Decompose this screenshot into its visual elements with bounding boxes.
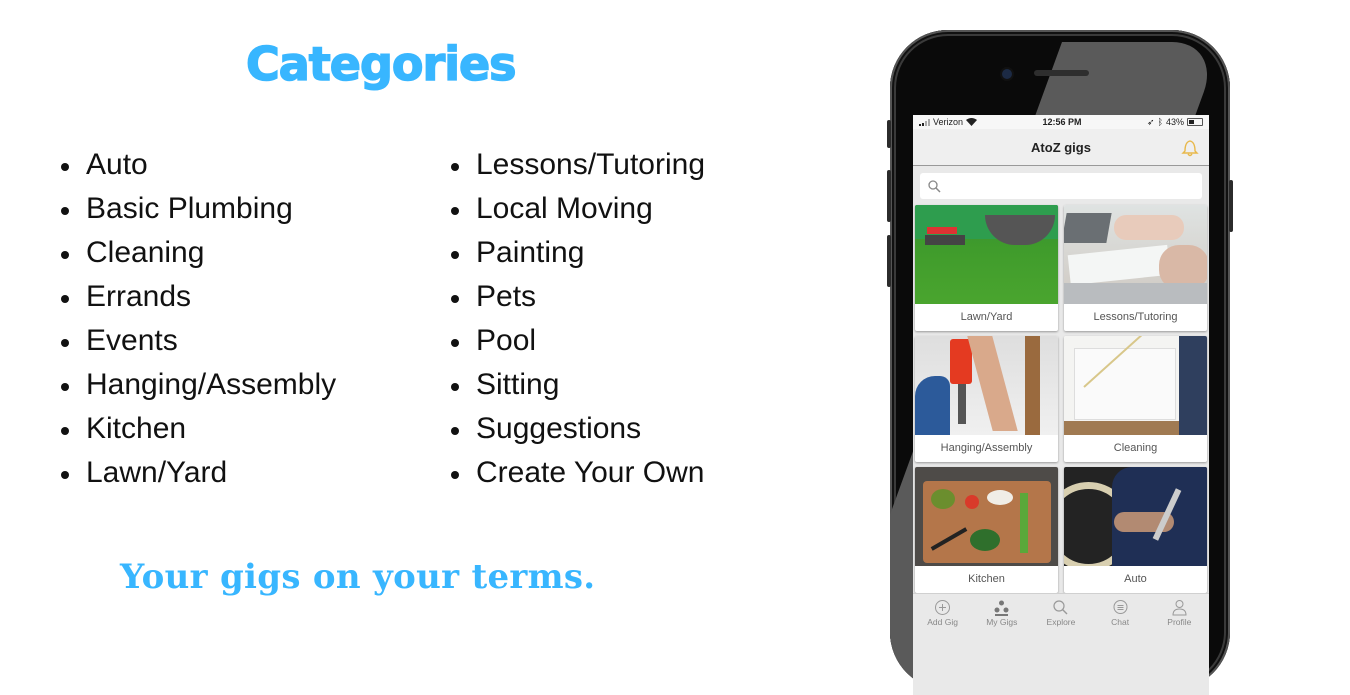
plus-circle-icon: [935, 600, 951, 615]
tile-lawn-yard[interactable]: Lawn/Yard: [915, 205, 1058, 331]
tile-label: Auto: [1124, 573, 1147, 585]
tab-label: Explore: [1046, 617, 1076, 627]
tab-explore[interactable]: Explore: [1033, 594, 1088, 642]
search-icon: [1053, 600, 1068, 615]
volume-up-button: [887, 170, 891, 222]
tab-label: Add Gig: [927, 617, 958, 627]
list-item: Pets: [449, 275, 705, 319]
people-icon: [994, 600, 1009, 616]
search-icon: [928, 179, 941, 193]
tile-label: Cleaning: [1113, 442, 1158, 454]
category-grid: Lawn/Yard Lessons/Tutoring Hanging/Assem…: [913, 199, 1209, 593]
tile-label: Lawn/Yard: [960, 311, 1013, 323]
category-list-left: Auto Basic Plumbing Cleaning Errands Eve…: [59, 143, 336, 495]
list-item: Basic Plumbing: [59, 187, 336, 231]
list-item: Events: [59, 319, 336, 363]
chat-bubble-icon: [1113, 600, 1128, 614]
front-camera: [1002, 69, 1012, 79]
mute-switch: [887, 120, 891, 148]
battery-label: 43%: [1165, 117, 1184, 127]
volume-down-button: [887, 235, 891, 287]
location-icon: ➶: [1147, 116, 1155, 127]
tagline: Your gigs on your terms.: [120, 557, 596, 597]
category-list-right: Lessons/Tutoring Local Moving Painting P…: [449, 143, 705, 495]
laptop-writing-image: [1064, 205, 1207, 304]
list-item: Local Moving: [449, 187, 705, 231]
tab-profile[interactable]: Profile: [1152, 594, 1207, 642]
tile-hanging-assembly[interactable]: Hanging/Assembly: [915, 336, 1058, 462]
power-drill-image: [915, 336, 1058, 435]
tile-label: Lessons/Tutoring: [1093, 311, 1178, 323]
list-item: Cleaning: [59, 231, 336, 275]
list-item: Errands: [59, 275, 336, 319]
person-icon: [1172, 600, 1187, 616]
tile-auto[interactable]: Auto: [1064, 467, 1207, 593]
list-item: Auto: [59, 143, 336, 187]
power-button: [1229, 180, 1233, 232]
tile-label: Kitchen: [968, 573, 1005, 585]
list-item: Sitting: [449, 363, 705, 407]
wifi-icon: [966, 118, 978, 126]
tile-cleaning[interactable]: Cleaning: [1064, 336, 1207, 462]
list-item: Suggestions: [449, 407, 705, 451]
cutting-board-image: [915, 467, 1058, 566]
earpiece-speaker: [1034, 70, 1089, 76]
list-item: Create Your Own: [449, 451, 705, 495]
tab-label: My Gigs: [986, 617, 1018, 627]
bell-icon[interactable]: [1181, 137, 1199, 157]
tab-chat[interactable]: Chat: [1093, 594, 1148, 642]
tab-label: Profile: [1167, 617, 1192, 627]
bluetooth-icon: ᛒ: [1157, 117, 1163, 127]
list-item: Painting: [449, 231, 705, 275]
list-item: Hanging/Assembly: [59, 363, 336, 407]
list-item: Kitchen: [59, 407, 336, 451]
lawn-mower-image: [915, 205, 1058, 304]
search-input[interactable]: [920, 173, 1202, 199]
tab-label: Chat: [1111, 617, 1130, 627]
status-bar: Verizon 12:56 PM ➶ ᛒ 43%: [913, 115, 1209, 129]
phone-mockup: Verizon 12:56 PM ➶ ᛒ 43% AtoZ gigs Lawn/…: [887, 30, 1233, 695]
battery-icon: [1187, 118, 1203, 126]
app-screen: Verizon 12:56 PM ➶ ᛒ 43% AtoZ gigs Lawn/…: [913, 115, 1209, 695]
mechanic-image: [1064, 467, 1207, 566]
clock-label: 12:56 PM: [1042, 117, 1082, 127]
list-item: Lawn/Yard: [59, 451, 336, 495]
tab-bar: Add Gig My Gigs Explore Chat Profile: [913, 593, 1209, 642]
signal-icon: [919, 118, 930, 126]
app-title: AtoZ gigs: [1031, 139, 1091, 155]
tile-lessons-tutoring[interactable]: Lessons/Tutoring: [1064, 205, 1207, 331]
mopping-image: [1064, 336, 1207, 435]
nav-bar: AtoZ gigs: [913, 129, 1209, 166]
list-item: Lessons/Tutoring: [449, 143, 705, 187]
tile-label: Hanging/Assembly: [940, 442, 1033, 454]
categories-heading: Categories: [245, 36, 517, 92]
tab-my-gigs[interactable]: My Gigs: [974, 594, 1029, 642]
tile-kitchen[interactable]: Kitchen: [915, 467, 1058, 593]
carrier-label: Verizon: [933, 117, 964, 127]
tab-add-gig[interactable]: Add Gig: [915, 594, 970, 642]
list-item: Pool: [449, 319, 705, 363]
